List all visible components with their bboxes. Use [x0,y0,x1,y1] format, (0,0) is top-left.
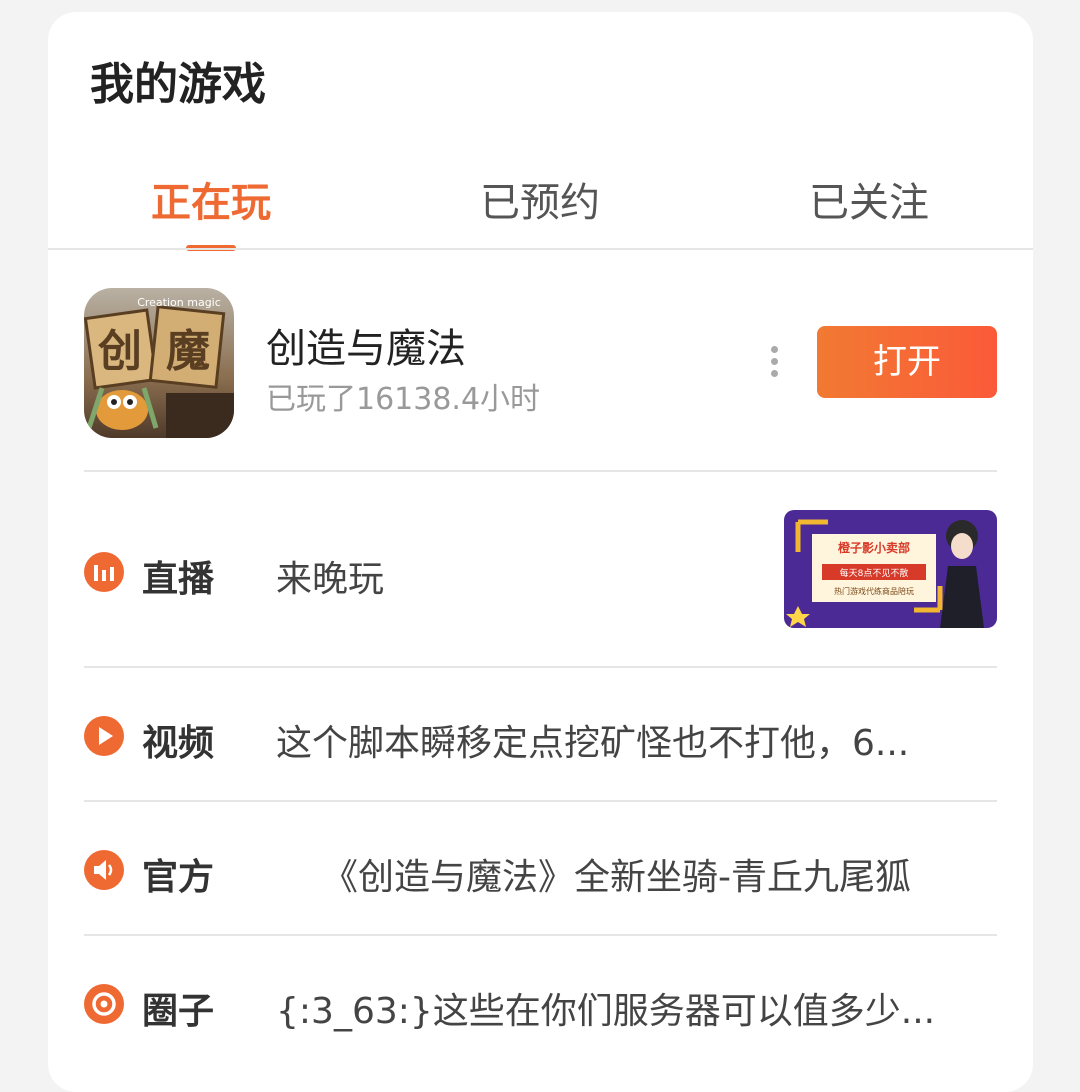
row-label-live: 直播 [142,559,215,600]
row-label-video: 视频 [142,723,215,764]
row-divider [84,934,997,936]
game-icon-char1: 创 [98,326,142,377]
row-text-official: 《创造与魔法》全新坐骑-青丘九尾狐 [322,857,911,898]
video-row[interactable]: 视频 这个脚本瞬移定点挖矿怪也不打他，6... [84,708,997,768]
speaker-icon [84,850,124,890]
game-icon-char2: 魔 [166,326,210,377]
more-options-icon[interactable] [767,346,781,386]
row-text-circle: {:3_63:}这些在你们服务器可以值多少... [276,991,936,1032]
live-bars-icon [84,552,124,592]
row-text-live: 来晚玩 [276,559,385,600]
row-divider [84,470,997,472]
game-name: 创造与魔法 [266,326,466,372]
row-label-circle: 圈子 [142,991,215,1032]
official-row[interactable]: 官方 《创造与魔法》全新坐骑-青丘九尾狐 [84,842,997,902]
circle-row[interactable]: 圈子 {:3_63:}这些在你们服务器可以值多少... [84,976,997,1036]
my-games-card: 我的游戏 正在玩 已预约 已关注 创 魔 Creation magic 创造与魔… [48,12,1033,1092]
game-row[interactable]: 创 魔 Creation magic 创造与魔法 已玩了16138.4小时 打开 [84,288,997,438]
tab-playing[interactable]: 正在玩 [111,170,311,228]
live-thumb-line2: 热门游戏代练商品陪玩 [834,586,914,596]
page-title: 我的游戏 [90,59,266,110]
tab-bar: 正在玩 已预约 已关注 [48,162,1033,251]
live-thumbnail[interactable]: 橙子影小卖部 每天8点不见不散 热门游戏代练商品陪玩 [784,510,997,628]
circle-target-icon [84,984,124,1024]
open-game-button[interactable]: 打开 [817,326,997,398]
game-icon-caption: Creation magic [137,296,221,309]
row-divider [84,800,997,802]
row-divider [84,666,997,668]
tabs-divider [48,248,1033,250]
row-text-video: 这个脚本瞬移定点挖矿怪也不打他，6... [276,723,910,764]
play-icon [84,716,124,756]
tab-followed[interactable]: 已关注 [769,170,969,228]
row-label-official: 官方 [142,857,215,898]
game-icon[interactable]: 创 魔 Creation magic [84,288,234,438]
live-thumb-title: 橙子影小卖部 [838,540,910,555]
tab-reserved[interactable]: 已预约 [440,170,640,228]
live-thumb-line1: 每天8点不见不散 [840,567,909,579]
game-play-time: 已玩了16138.4小时 [266,382,541,417]
